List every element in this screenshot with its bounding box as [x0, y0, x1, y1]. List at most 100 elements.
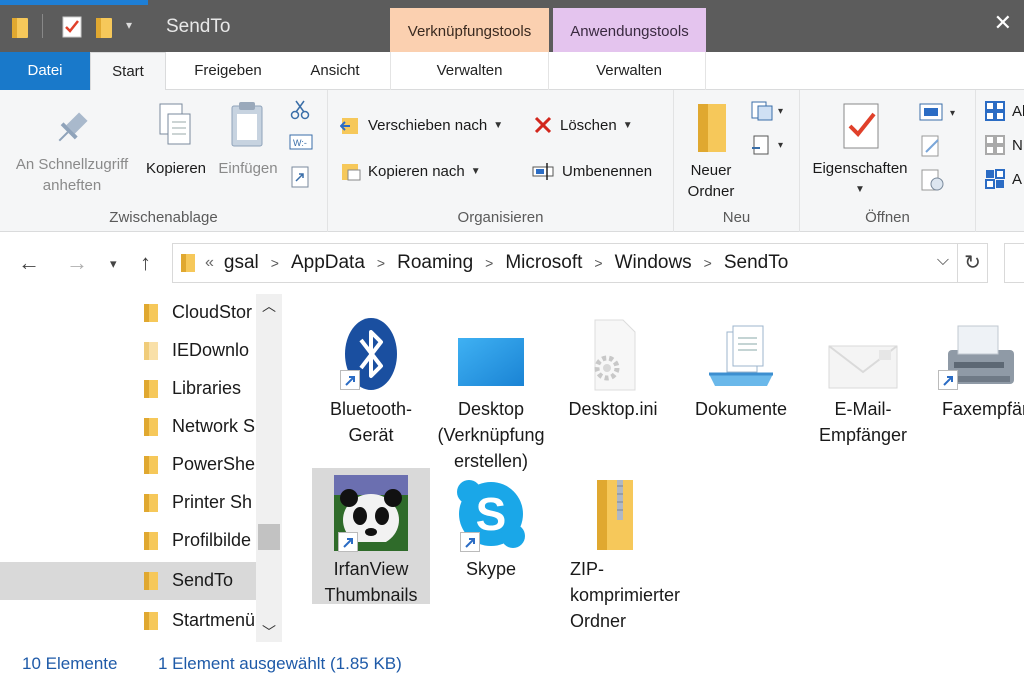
folder-icon: [144, 418, 158, 436]
file-view: Bluetooth-Gerät Desktop (Verknüpfung ers…: [282, 294, 1024, 642]
item-count: 10 Elemente: [22, 654, 118, 673]
shortcut-arrow-icon: [938, 370, 958, 390]
crumb-gsal[interactable]: gsal: [224, 252, 259, 274]
properties-qat-icon[interactable]: [62, 16, 82, 38]
back-arrow-icon[interactable]: ←: [18, 250, 40, 276]
qat-customize-icon[interactable]: ▾: [126, 18, 132, 32]
move-to-button[interactable]: Verschieben nach ▼: [340, 114, 503, 136]
file-item-irfanview[interactable]: IrfanView Thumbnails: [312, 468, 430, 605]
delete-icon: [534, 116, 552, 134]
tab-ansicht[interactable]: Ansicht: [290, 52, 380, 90]
copy-to-button[interactable]: Kopieren nach ▼: [340, 160, 481, 182]
qat-divider: [42, 14, 43, 38]
nav-item-iedownload[interactable]: IEDownlo: [0, 332, 256, 370]
nav-item-libraries[interactable]: Libraries: [0, 370, 256, 408]
pin-quick-access-button[interactable]: An Schnellzugriff anheften: [8, 106, 136, 196]
file-item-fax[interactable]: Faxempfänger: [926, 306, 1024, 426]
tab-datei[interactable]: Datei: [0, 52, 90, 90]
nav-item-network-shortcuts[interactable]: Network S: [0, 408, 256, 446]
file-item-zip[interactable]: ZIP-komprimierter Ordner: [554, 468, 680, 638]
nav-item-sendto[interactable]: SendTo: [0, 562, 256, 600]
copy-path-icon[interactable]: W:-: [289, 134, 313, 150]
close-icon[interactable]: ✕: [994, 10, 1012, 36]
cut-icon[interactable]: [290, 100, 310, 120]
forward-arrow-icon[interactable]: →: [66, 250, 88, 276]
up-arrow-icon[interactable]: ↑: [140, 250, 151, 276]
folder-icon: [144, 456, 158, 474]
refresh-icon[interactable]: ↻: [958, 243, 988, 283]
address-folder-icon: [181, 254, 195, 272]
address-bar[interactable]: « gsal > AppData > Roaming > Microsoft >…: [172, 243, 958, 283]
file-item-email[interactable]: E-Mail-Empfänger: [804, 306, 922, 452]
copy-button[interactable]: Kopieren: [140, 100, 212, 179]
address-dropdown-chevron-icon[interactable]: ⌵: [937, 252, 949, 270]
tab-start[interactable]: Start: [90, 52, 166, 91]
crumb-sendto[interactable]: SendTo: [724, 252, 788, 274]
nav-item-startmenue[interactable]: Startmenü: [0, 602, 256, 640]
scroll-thumb[interactable]: [258, 524, 280, 550]
chevron-right-icon[interactable]: >: [485, 255, 493, 271]
recent-locations-chevron-icon[interactable]: ▾: [110, 256, 117, 272]
file-icon-wrapper: S: [432, 468, 550, 552]
easy-access-icon[interactable]: ▾: [750, 134, 790, 158]
paste-button[interactable]: Einfügen: [212, 100, 284, 179]
group-label-organisieren: Organisieren: [457, 209, 544, 226]
file-name: Dokumente: [694, 399, 788, 419]
file-item-skype[interactable]: S Skype: [432, 468, 550, 586]
paste-shortcut-icon[interactable]: [291, 166, 309, 188]
new-folder-qat-icon[interactable]: [96, 16, 112, 38]
ribbon-tab-row: Datei Start Freigeben Ansicht Verwalten …: [0, 52, 1024, 91]
rename-label: Umbenennen: [562, 162, 653, 180]
select-none-button[interactable]: N: [984, 134, 1023, 156]
chevron-right-icon[interactable]: >: [271, 255, 279, 271]
crumb-windows[interactable]: Windows: [615, 252, 692, 274]
nav-item-cloudstor[interactable]: CloudStor: [0, 294, 256, 332]
invert-selection-label: A: [1012, 170, 1023, 188]
nav-pane-scrollbar[interactable]: ︿ ﹀: [256, 294, 282, 642]
scroll-down-chevron-icon[interactable]: ﹀: [256, 622, 282, 642]
zip-folder-icon: [597, 480, 633, 550]
nav-item-profilbilder[interactable]: Profilbilde: [0, 522, 256, 560]
file-item-desktop-ini[interactable]: Desktop.ini: [554, 306, 672, 426]
select-all-button[interactable]: Al: [984, 100, 1024, 122]
new-item-icon[interactable]: ▾: [750, 100, 790, 122]
scroll-up-chevron-icon[interactable]: ︿: [256, 296, 282, 316]
file-item-bluetooth[interactable]: Bluetooth-Gerät: [312, 306, 430, 452]
desktop-icon: [458, 338, 524, 386]
settings-file-icon: [594, 319, 636, 391]
edit-icon[interactable]: [920, 134, 944, 158]
nav-item-powershell[interactable]: PowerShe: [0, 446, 256, 484]
new-folder-label-line2: Ordner: [687, 183, 735, 200]
crumb-appdata[interactable]: AppData: [291, 252, 365, 274]
copy-to-caret-icon: ▼: [470, 165, 481, 177]
documents-library-icon: [709, 325, 773, 386]
crumb-microsoft[interactable]: Microsoft: [505, 252, 582, 274]
nav-item-label: CloudStor: [172, 302, 253, 322]
chevron-right-icon[interactable]: >: [704, 255, 712, 271]
chevron-right-icon[interactable]: >: [377, 255, 385, 271]
shortcut-arrow-icon: [338, 532, 358, 552]
new-folder-button[interactable]: Neuer Ordner: [680, 100, 742, 202]
nav-item-printer-shortcuts[interactable]: Printer Sh: [0, 484, 256, 522]
properties-button[interactable]: Eigenschaften ▼: [804, 100, 916, 200]
file-item-dokumente[interactable]: Dokumente: [682, 306, 800, 426]
tab-verwalten-application[interactable]: Verwalten: [553, 52, 706, 90]
selection-info: 1 Element ausgewählt (1.85 KB): [158, 654, 402, 673]
tab-freigeben[interactable]: Freigeben: [176, 52, 280, 90]
properties-caret-icon: ▼: [855, 184, 865, 195]
open-icon[interactable]: ▾: [918, 102, 962, 122]
tab-verwalten-shortcut[interactable]: Verwalten: [390, 52, 549, 90]
history-icon[interactable]: [920, 168, 946, 192]
rename-button[interactable]: Umbenennen: [532, 160, 652, 182]
ribbon: An Schnellzugriff anheften Kopieren Einf…: [0, 90, 1024, 232]
chevron-right-icon[interactable]: >: [594, 255, 602, 271]
delete-button[interactable]: Löschen ▼: [532, 114, 633, 136]
invert-selection-button[interactable]: A: [984, 168, 1022, 190]
folder-icon: [144, 532, 158, 550]
file-name: IrfanView Thumbnails: [324, 559, 418, 605]
search-box[interactable]: [1004, 243, 1024, 283]
address-overflow-icon[interactable]: «: [205, 254, 214, 272]
crumb-roaming[interactable]: Roaming: [397, 252, 473, 274]
file-item-desktop[interactable]: Desktop (Verknüpfung erstellen): [432, 306, 550, 478]
nav-item-label: SendTo: [172, 570, 234, 590]
